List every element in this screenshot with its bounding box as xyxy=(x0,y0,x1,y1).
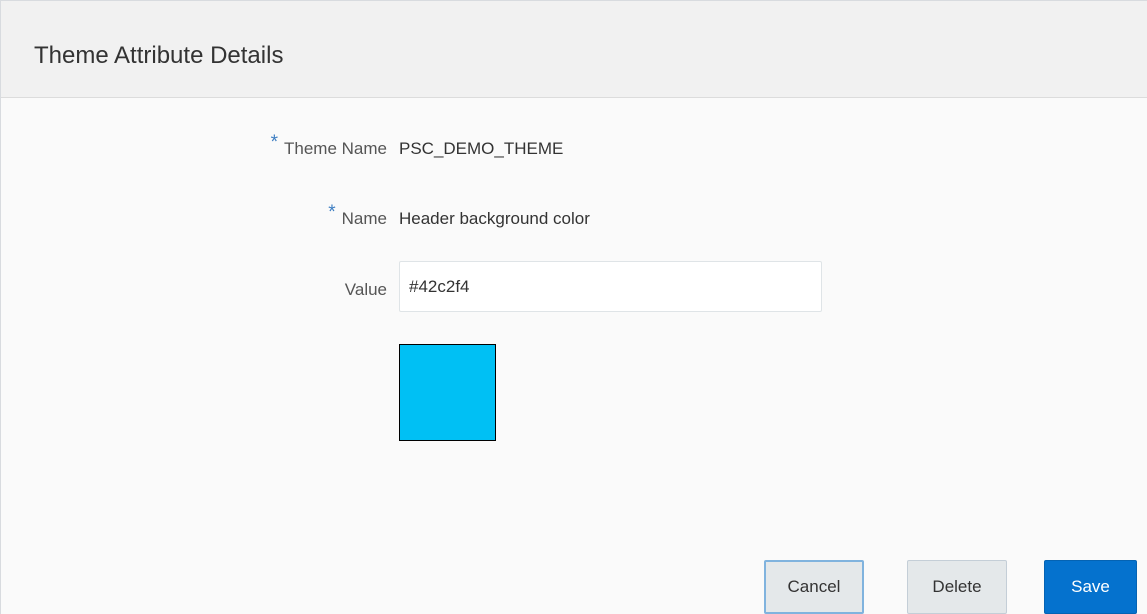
name-label-group: * Name xyxy=(328,202,387,234)
name-label: Name xyxy=(341,209,387,228)
dialog-header: Theme Attribute Details xyxy=(1,1,1147,98)
required-indicator: * xyxy=(270,132,279,153)
color-preview-swatch xyxy=(399,344,496,441)
theme-name-label: Theme Name xyxy=(284,139,387,158)
theme-attribute-dialog: Theme Attribute Details * Theme Name PSC_… xyxy=(0,0,1147,614)
save-button[interactable]: Save xyxy=(1044,560,1137,614)
cancel-button[interactable]: Cancel xyxy=(764,560,864,614)
theme-name-value: PSC_DEMO_THEME xyxy=(399,139,564,158)
name-row: * Name Header background color xyxy=(1,202,1147,234)
dialog-title: Theme Attribute Details xyxy=(34,42,284,69)
value-input[interactable] xyxy=(399,261,822,312)
delete-button[interactable]: Delete xyxy=(907,560,1007,614)
theme-name-label-group: * Theme Name xyxy=(270,132,387,164)
required-indicator: * xyxy=(328,202,336,223)
name-value: Header background color xyxy=(399,209,590,228)
theme-name-row: * Theme Name PSC_DEMO_THEME xyxy=(1,132,1147,164)
value-label: Value xyxy=(344,280,387,299)
value-row: Value xyxy=(1,261,1147,312)
